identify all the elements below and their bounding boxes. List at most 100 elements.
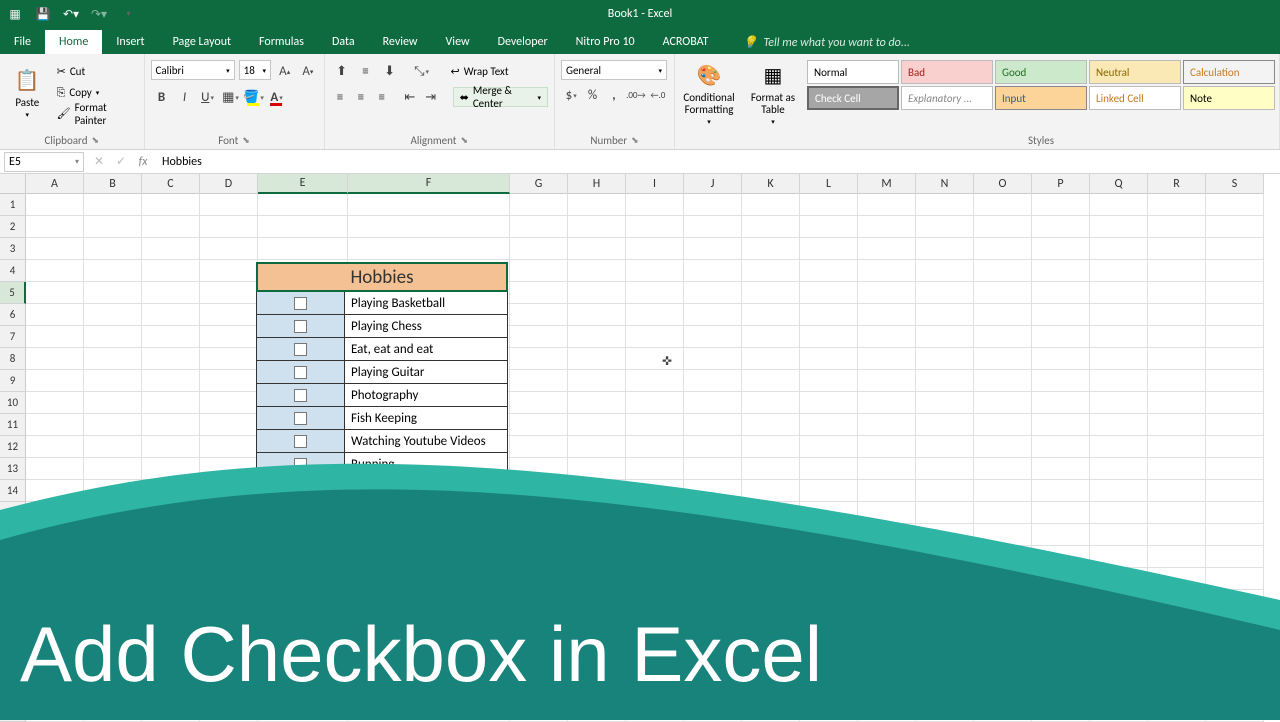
cell-I17[interactable]: [626, 546, 684, 568]
cell-M16[interactable]: [858, 524, 916, 546]
cell-N15[interactable]: [916, 502, 974, 524]
checkbox-icon[interactable]: [294, 481, 307, 494]
cell-L3[interactable]: [800, 238, 858, 260]
cell-K6[interactable]: [742, 304, 800, 326]
cell-H9[interactable]: [568, 370, 626, 392]
cell-D5[interactable]: [200, 282, 258, 304]
name-box[interactable]: E5▾: [4, 152, 84, 172]
orientation-icon[interactable]: ⤡: [411, 60, 433, 82]
cell-R7[interactable]: [1148, 326, 1206, 348]
cell-S16[interactable]: [1206, 524, 1264, 546]
cell-D8[interactable]: [200, 348, 258, 370]
cell-H1[interactable]: [568, 194, 626, 216]
cell-K18[interactable]: [742, 568, 800, 590]
cell-R11[interactable]: [1148, 414, 1206, 436]
row-header-3[interactable]: 3: [0, 238, 26, 260]
cell-N10[interactable]: [916, 392, 974, 414]
cell-B10[interactable]: [84, 392, 142, 414]
cell-G24[interactable]: [510, 700, 568, 722]
style-check-cell[interactable]: Check Cell: [807, 86, 899, 110]
cell-D18[interactable]: [200, 568, 258, 590]
cell-P23[interactable]: [1032, 678, 1090, 700]
cell-B16[interactable]: [84, 524, 142, 546]
cell-D12[interactable]: [200, 436, 258, 458]
cell-O16[interactable]: [974, 524, 1032, 546]
comma-button[interactable]: ,: [604, 84, 624, 106]
cell-C15[interactable]: [142, 502, 200, 524]
col-header-M[interactable]: M: [858, 174, 916, 194]
cell-S9[interactable]: [1206, 370, 1264, 392]
hobby-label[interactable]: Playing Guitar: [345, 361, 507, 383]
cell-N7[interactable]: [916, 326, 974, 348]
dialog-launcher-icon[interactable]: ⬊: [92, 135, 100, 146]
cell-S13[interactable]: [1206, 458, 1264, 480]
cell-J23[interactable]: [684, 678, 742, 700]
cell-L11[interactable]: [800, 414, 858, 436]
align-center-icon[interactable]: ≡: [351, 86, 370, 108]
cell-O21[interactable]: [974, 634, 1032, 656]
checkbox-icon[interactable]: [294, 412, 307, 425]
cell-B11[interactable]: [84, 414, 142, 436]
cell-Q2[interactable]: [1090, 216, 1148, 238]
hobby-label[interactable]: Running: [345, 453, 507, 475]
cell-G15[interactable]: [510, 502, 568, 524]
cell-K14[interactable]: [742, 480, 800, 502]
cell-A2[interactable]: [26, 216, 84, 238]
cell-O13[interactable]: [974, 458, 1032, 480]
cell-M15[interactable]: [858, 502, 916, 524]
cell-C3[interactable]: [142, 238, 200, 260]
cell-P2[interactable]: [1032, 216, 1090, 238]
cell-J3[interactable]: [684, 238, 742, 260]
cell-H14[interactable]: [568, 480, 626, 502]
cell-S7[interactable]: [1206, 326, 1264, 348]
increase-decimal-button[interactable]: .00→: [625, 84, 647, 106]
cell-D23[interactable]: [200, 678, 258, 700]
cell-Q6[interactable]: [1090, 304, 1148, 326]
cell-N12[interactable]: [916, 436, 974, 458]
row-header-13[interactable]: 13: [0, 458, 26, 480]
cell-G10[interactable]: [510, 392, 568, 414]
cell-G14[interactable]: [510, 480, 568, 502]
cell-G3[interactable]: [510, 238, 568, 260]
cell-K20[interactable]: [742, 612, 800, 634]
cell-S11[interactable]: [1206, 414, 1264, 436]
cell-N14[interactable]: [916, 480, 974, 502]
number-format-combo[interactable]: General▾: [561, 60, 667, 80]
col-header-F[interactable]: F: [348, 174, 510, 194]
hobby-checkbox-cell[interactable]: [257, 545, 345, 567]
cell-L6[interactable]: [800, 304, 858, 326]
cell-D2[interactable]: [200, 216, 258, 238]
fx-icon[interactable]: fx: [132, 152, 154, 172]
font-color-button[interactable]: A: [266, 86, 288, 108]
cell-J18[interactable]: [684, 568, 742, 590]
cell-H3[interactable]: [568, 238, 626, 260]
cell-I10[interactable]: [626, 392, 684, 414]
cell-A21[interactable]: [26, 634, 84, 656]
cell-G19[interactable]: [510, 590, 568, 612]
cell-H18[interactable]: [568, 568, 626, 590]
cell-K8[interactable]: [742, 348, 800, 370]
font-name-combo[interactable]: Calibri▾: [151, 60, 235, 80]
cell-B8[interactable]: [84, 348, 142, 370]
cell-F19[interactable]: [348, 590, 510, 612]
cell-N24[interactable]: [916, 700, 974, 722]
row-header-17[interactable]: 17: [0, 546, 26, 568]
cell-N23[interactable]: [916, 678, 974, 700]
cell-D20[interactable]: [200, 612, 258, 634]
cell-Q13[interactable]: [1090, 458, 1148, 480]
cell-F20[interactable]: [348, 612, 510, 634]
cell-M24[interactable]: [858, 700, 916, 722]
cell-B6[interactable]: [84, 304, 142, 326]
hobby-label[interactable]: Coding: [345, 522, 507, 544]
cell-O23[interactable]: [974, 678, 1032, 700]
style-calculation[interactable]: Calculation: [1183, 60, 1275, 84]
style-neutral[interactable]: Neutral: [1089, 60, 1181, 84]
cell-P14[interactable]: [1032, 480, 1090, 502]
cell-B3[interactable]: [84, 238, 142, 260]
cell-G23[interactable]: [510, 678, 568, 700]
cell-O10[interactable]: [974, 392, 1032, 414]
tab-view[interactable]: View: [432, 30, 484, 54]
cell-H23[interactable]: [568, 678, 626, 700]
cell-R10[interactable]: [1148, 392, 1206, 414]
cell-K5[interactable]: [742, 282, 800, 304]
